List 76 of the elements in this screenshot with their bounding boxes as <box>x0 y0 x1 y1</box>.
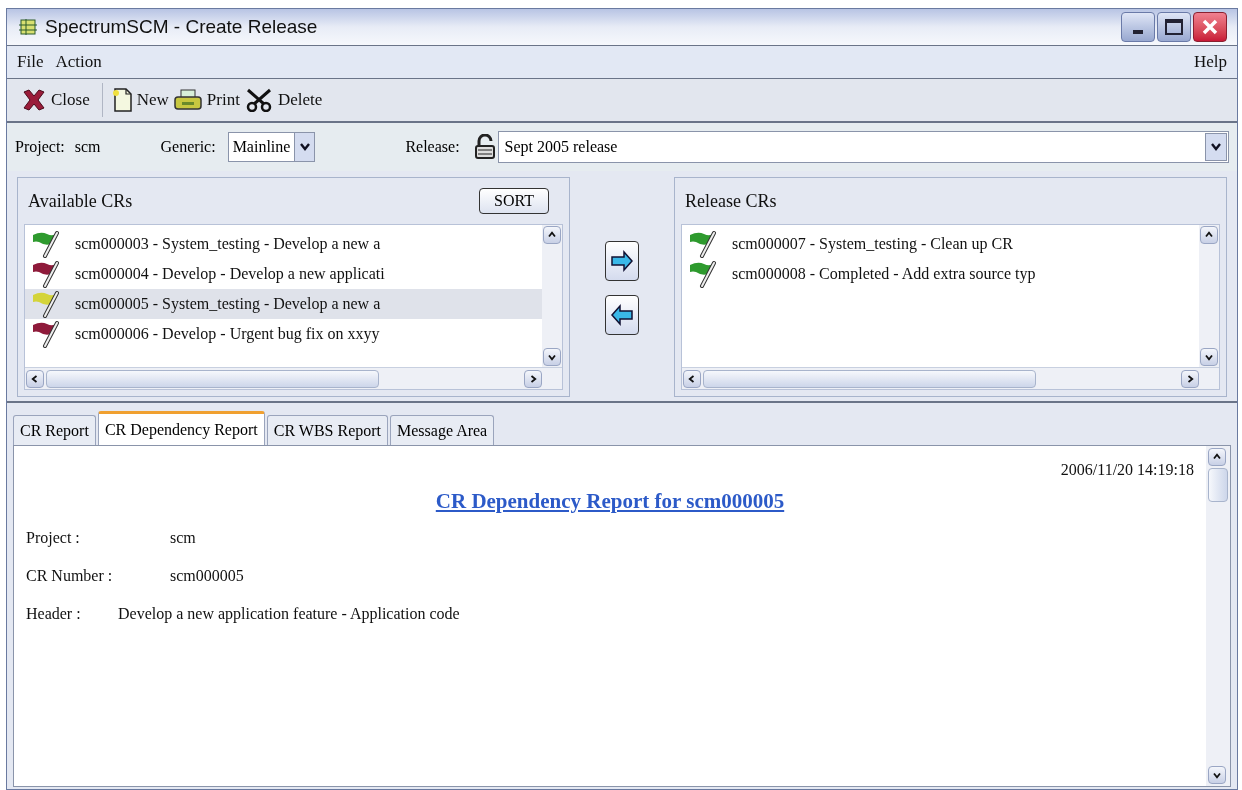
left-arrow-icon <box>608 301 636 329</box>
flag-icon <box>31 260 61 288</box>
scroll-button[interactable] <box>1200 226 1218 244</box>
sort-button[interactable]: SORT <box>479 188 549 214</box>
flag-icon <box>688 230 718 258</box>
release-label: Release: <box>405 137 460 157</box>
generic-dropdown[interactable]: Mainline <box>227 132 316 162</box>
horizontal-scrollbar[interactable] <box>25 367 562 389</box>
project-value: scm <box>74 137 101 157</box>
caret-icon <box>1210 143 1222 151</box>
report-tab[interactable]: CR WBS Report <box>266 415 389 445</box>
cr-list-item[interactable]: scm000004 - Develop - Develop a new applicati <box>25 259 542 289</box>
vertical-scrollbar[interactable] <box>1206 446 1230 786</box>
flag-icon <box>31 290 61 318</box>
project-label: Project: <box>15 137 65 158</box>
scroll-button[interactable] <box>26 369 44 388</box>
scroll-button[interactable] <box>683 369 701 388</box>
report-timestamp: 2006/11/20 14:19:18 <box>1060 460 1194 480</box>
remove-from-release-button[interactable] <box>605 295 639 335</box>
cr-list-item[interactable]: scm000008 - Completed - Add extra source typ <box>682 259 1199 289</box>
cr-list-item[interactable]: scm000006 - Develop - Urgent bug fix on xxyy <box>25 319 542 349</box>
printer-icon <box>172 88 203 112</box>
toolbar-button[interactable]: Close <box>21 87 90 113</box>
field-value: scm <box>170 527 196 548</box>
scroll-thumb[interactable] <box>46 369 380 388</box>
report-tab[interactable]: CR Dependency Report <box>97 411 265 445</box>
right-arrow-icon <box>608 247 636 275</box>
vertical-scrollbar[interactable] <box>1199 225 1219 367</box>
flag-icon <box>688 260 718 288</box>
padlock-icon <box>473 134 496 160</box>
horizontal-scrollbar[interactable] <box>682 367 1219 389</box>
field-value: scm000005 <box>170 565 244 586</box>
scroll-button[interactable] <box>1208 448 1226 466</box>
new-document-icon <box>110 87 133 113</box>
minimize-icon <box>1133 30 1143 34</box>
field-value: Develop a new application feature - Application code <box>118 603 460 625</box>
cr-list-item[interactable]: scm000005 - System_testing - Develop a new a <box>25 289 542 319</box>
scroll-thumb[interactable] <box>703 369 1037 388</box>
panel-title: Release CRs <box>685 189 777 213</box>
menu-item[interactable]: File <box>17 49 44 75</box>
scroll-button[interactable] <box>543 226 561 244</box>
window-title: SpectrumSCM - Create Release <box>45 14 318 39</box>
app-icon <box>17 17 39 37</box>
generic-label: Generic: <box>160 137 216 157</box>
scroll-button[interactable] <box>543 348 561 366</box>
vertical-scrollbar[interactable] <box>542 225 562 367</box>
scroll-button[interactable] <box>1200 348 1218 366</box>
scroll-thumb[interactable] <box>1208 468 1228 502</box>
report-tab[interactable]: Message Area <box>390 415 495 445</box>
toolbar-button[interactable]: Delete <box>243 87 323 113</box>
toolbar-button[interactable]: Print <box>172 87 240 113</box>
report-tab[interactable]: CR Report <box>13 415 96 445</box>
cr-list-item[interactable]: scm000003 - System_testing - Develop a new a <box>25 229 542 259</box>
scroll-button[interactable] <box>1208 766 1226 784</box>
help-menu[interactable]: Help <box>1193 49 1227 75</box>
toolbar-button[interactable]: New <box>110 87 169 113</box>
report-title-link[interactable]: CR Dependency Report for scm000005 <box>435 486 785 518</box>
cr-list-item[interactable]: scm000007 - System_testing - Clean up CR <box>682 229 1199 259</box>
scroll-button[interactable] <box>1181 369 1199 388</box>
close-button[interactable] <box>1193 12 1227 42</box>
close-icon <box>21 88 47 112</box>
flag-icon <box>31 230 61 258</box>
minimize-button[interactable] <box>1121 12 1155 42</box>
close-icon <box>1201 18 1219 36</box>
panel-title: Available CRs <box>28 189 133 213</box>
caret-icon <box>298 143 311 151</box>
maximize-icon <box>1165 19 1183 35</box>
flag-icon <box>31 320 61 348</box>
release-dropdown[interactable]: Sept 2005 release <box>497 131 1229 163</box>
add-to-release-button[interactable] <box>605 241 639 281</box>
field-label: Project : <box>26 527 81 549</box>
field-label: CR Number : <box>26 565 114 586</box>
maximize-button[interactable] <box>1157 12 1191 42</box>
menu-item[interactable]: Action <box>55 49 102 75</box>
scroll-button[interactable] <box>524 369 542 388</box>
field-label: Header : <box>26 603 82 624</box>
